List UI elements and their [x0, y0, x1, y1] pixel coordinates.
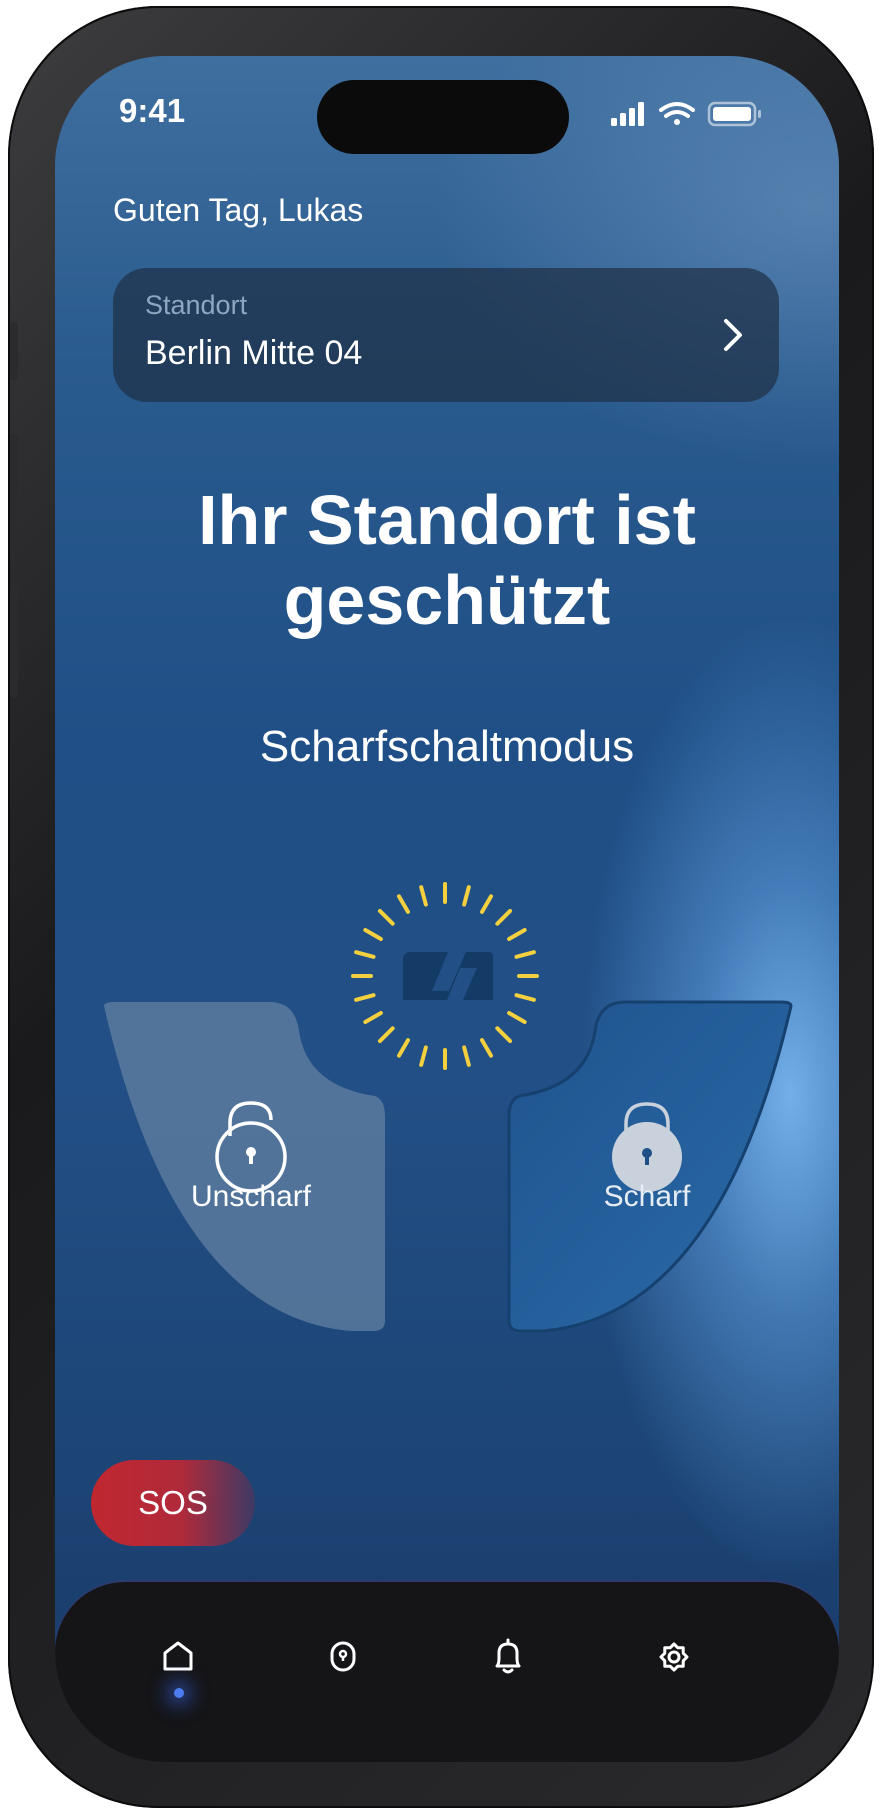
ray-mark	[363, 1011, 383, 1024]
volume-down-button	[10, 584, 18, 698]
bell-icon	[495, 1638, 521, 1674]
ray-mark	[354, 993, 376, 1002]
unscharf-label: Unscharf	[190, 1180, 312, 1213]
gear-outline	[659, 1642, 689, 1672]
brand-logo-icon	[403, 952, 493, 1000]
ray-mark	[419, 1045, 428, 1067]
ray-mark	[462, 1045, 471, 1067]
gear-icon	[659, 1642, 689, 1672]
home-icon	[163, 1641, 193, 1671]
silent-switch	[10, 322, 18, 380]
scharf-label: Scharf	[603, 1180, 691, 1213]
ray-mark	[507, 928, 527, 941]
ray-mark	[397, 1038, 410, 1058]
tab-notifications[interactable]	[473, 1622, 543, 1692]
active-tab-indicator	[174, 1688, 184, 1698]
ray-mark	[480, 1038, 493, 1058]
tab-bar	[55, 1582, 839, 1762]
ray-mark	[377, 908, 395, 926]
ray-mark	[377, 1026, 395, 1044]
sensor-icon	[330, 1641, 356, 1672]
ray-mark	[514, 993, 536, 1002]
ray-mark	[363, 928, 383, 941]
ray-mark	[397, 894, 410, 914]
unscharf-segment[interactable]	[104, 1002, 385, 1331]
ray-mark	[480, 894, 493, 914]
ray-mark	[354, 950, 376, 959]
volume-up-button	[10, 434, 18, 548]
ray-mark	[495, 908, 513, 926]
tab-home[interactable]	[143, 1622, 213, 1692]
ray-mark	[419, 885, 428, 907]
status-rays-icon	[351, 882, 539, 1070]
app-screen: 9:41 Guten Tag, Lukas Standort Berlin Mi…	[55, 56, 839, 1762]
sos-button[interactable]: SOS	[91, 1460, 255, 1546]
ray-mark	[462, 885, 471, 907]
tab-sensors[interactable]	[308, 1622, 378, 1692]
ray-mark	[507, 1011, 527, 1024]
tab-settings[interactable]	[639, 1622, 709, 1692]
ray-mark	[495, 1026, 513, 1044]
ray-mark	[514, 950, 536, 959]
